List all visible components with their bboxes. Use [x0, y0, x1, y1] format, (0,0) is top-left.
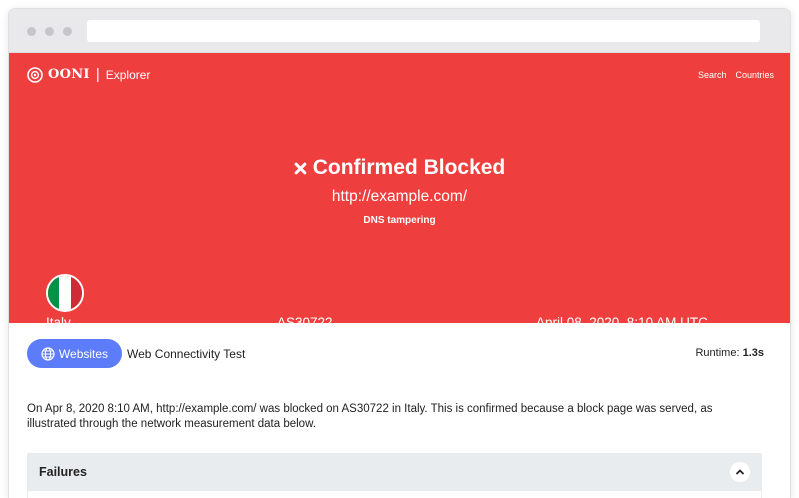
minimize-dot[interactable]	[45, 27, 54, 36]
country-value: Italy	[46, 315, 71, 330]
failures-panel: Failures	[27, 453, 762, 498]
browser-chrome	[9, 9, 790, 53]
top-nav: OONI | Explorer Search Countries	[27, 66, 774, 86]
meta-datetime: April 08, 2020, 8:10 AM UTC Date & Time	[536, 315, 708, 341]
address-bar[interactable]	[87, 20, 760, 42]
failures-header[interactable]: Failures	[27, 453, 762, 491]
browser-window: OONI | Explorer Search Countries Confirm…	[9, 9, 790, 498]
datetime-value: April 08, 2020, 8:10 AM UTC	[536, 315, 708, 330]
meta-country[interactable]: Italy Country	[46, 315, 79, 341]
verdict-title: Confirmed Blocked	[312, 156, 506, 179]
maximize-dot[interactable]	[63, 27, 72, 36]
network-label: Network	[277, 330, 311, 340]
test-name[interactable]: Web Connectivity Test	[127, 347, 245, 361]
italy-flag-icon	[46, 274, 84, 312]
runtime-label: Runtime:	[695, 347, 740, 359]
nav-link-countries[interactable]: Countries	[735, 70, 774, 80]
close-dot[interactable]	[27, 27, 36, 36]
ooni-logo-icon	[27, 66, 43, 83]
measurement-hero: OONI | Explorer Search Countries Confirm…	[9, 53, 790, 340]
meta-network[interactable]: AS30722 Network	[277, 315, 333, 341]
datetime-label: Date & Time	[536, 330, 585, 340]
network-value: AS30722	[277, 315, 333, 330]
ooni-logo[interactable]: OONI | Explorer	[27, 66, 774, 83]
runtime: Runtime: 1.3s	[695, 347, 764, 359]
verdict-block: Confirmed Blocked http://example.com/ DN…	[9, 156, 790, 226]
x-icon	[294, 162, 307, 174]
anomaly-type: DNS tampering	[363, 215, 436, 226]
failures-body	[28, 491, 761, 498]
failures-title: Failures	[39, 465, 87, 479]
collapse-toggle[interactable]	[730, 462, 750, 482]
category-pill[interactable]: Websites	[27, 339, 122, 368]
product-name: Explorer	[105, 67, 151, 82]
category-label: Websites	[58, 346, 109, 361]
window-controls	[27, 27, 72, 36]
verdict-heading: Confirmed Blocked	[294, 156, 506, 180]
measured-url: http://example.com/	[331, 188, 468, 205]
chevron-up-icon	[736, 469, 744, 475]
brand-separator: |	[95, 66, 100, 83]
nav-link-search[interactable]: Search	[698, 70, 727, 80]
globe-icon	[41, 346, 55, 361]
measurement-summary: On Apr 8, 2020 8:10 AM, http://example.c…	[27, 403, 713, 430]
nav-links: Search Countries	[698, 70, 774, 80]
runtime-value: 1.3s	[742, 347, 764, 359]
brand-name: OONI	[48, 67, 90, 82]
